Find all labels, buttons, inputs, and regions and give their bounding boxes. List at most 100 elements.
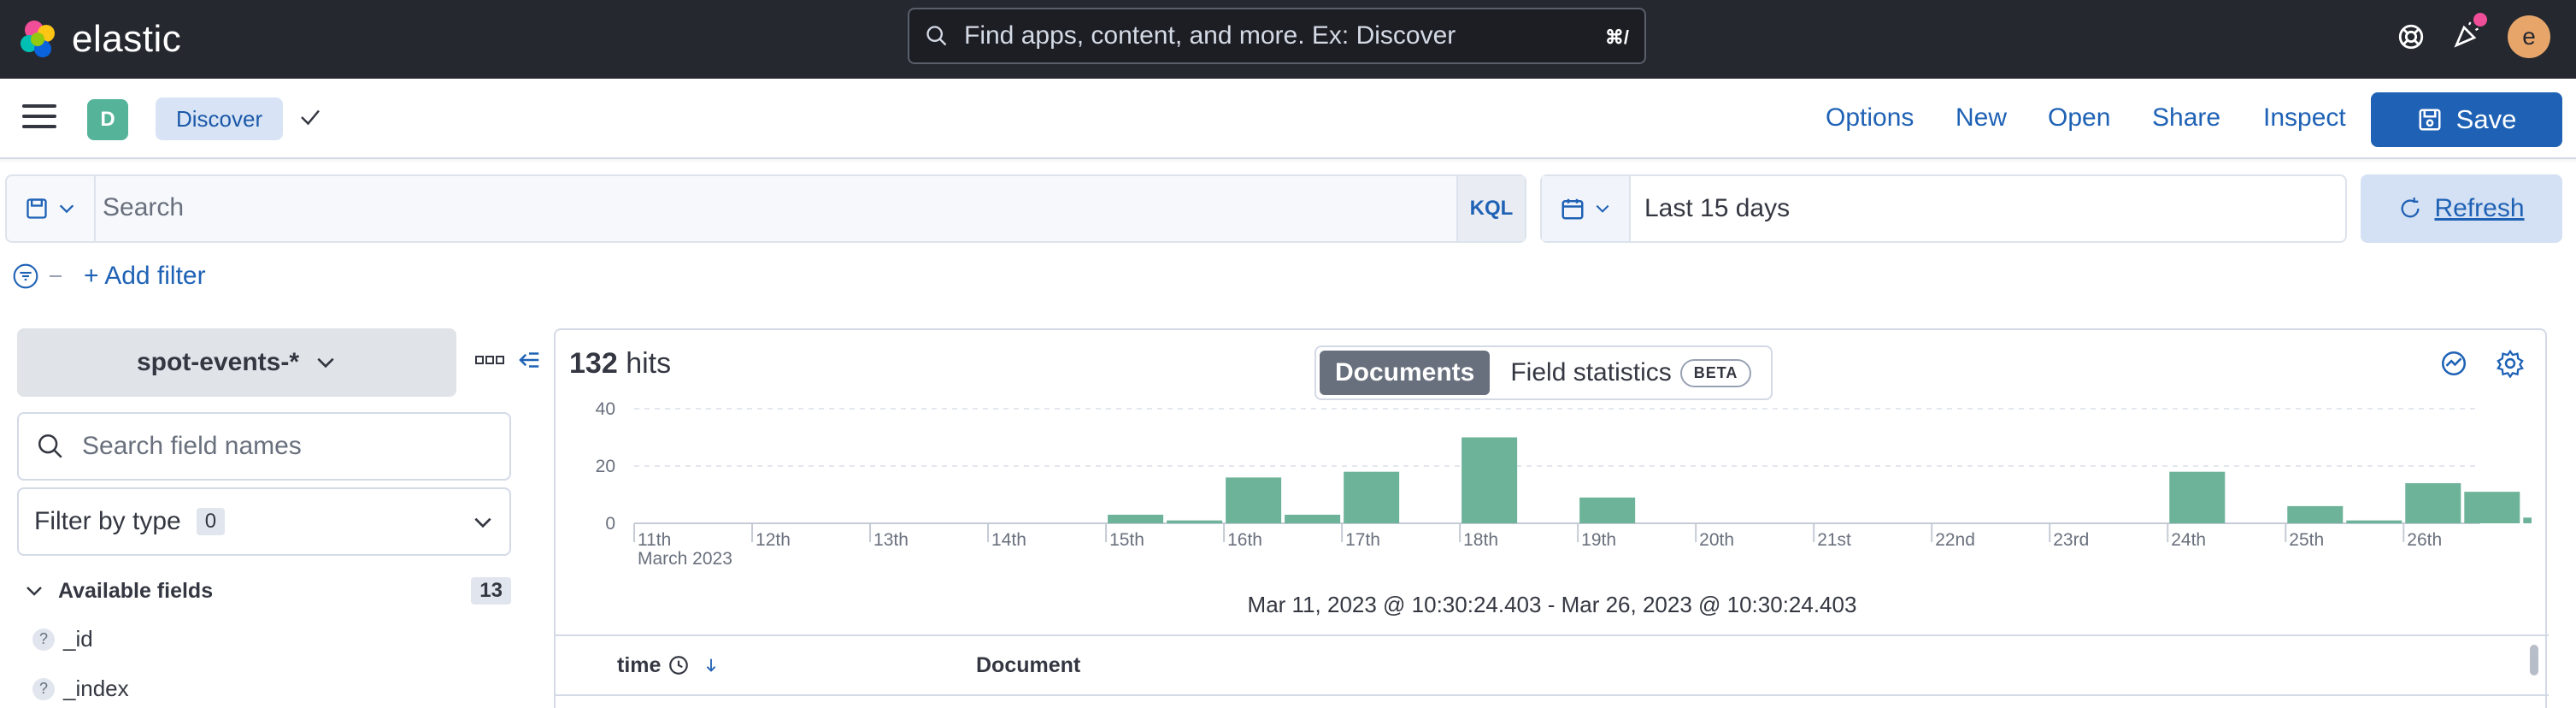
search-icon [926,26,947,46]
saved-query-button[interactable] [7,176,96,241]
save-icon [2419,109,2441,131]
save-button[interactable]: Save [2371,92,2562,147]
time-range-display[interactable]: Last 15 days [1644,194,1790,223]
filter-icon[interactable] [12,263,39,290]
query-language-button[interactable]: KQL [1456,176,1525,241]
elastic-logo[interactable]: elastic [17,14,181,65]
refresh-button[interactable]: Refresh [2361,174,2562,243]
news-feed-button[interactable] [2451,12,2487,55]
histogram-bar[interactable] [2169,471,2226,523]
filter-row: + Add filter [12,262,206,291]
filter-by-type-button[interactable]: Filter by type 0 [17,487,511,556]
date-picker: Last 15 days [1540,174,2347,243]
table-scrollbar[interactable] [2530,645,2538,676]
index-pattern-selector[interactable]: spot-events-* [17,328,456,397]
histogram-bar[interactable] [1579,497,1636,523]
clock-icon [669,656,689,675]
x-tick-label: 13th [873,530,909,550]
field-name: _id [63,626,93,652]
open-link[interactable]: Open [2048,94,2110,142]
histogram-bar[interactable] [1108,514,1164,523]
x-tick-label: 22nd [1935,530,1975,550]
hits-count: 132 [569,347,618,380]
collapse-sidebar-icon[interactable] [516,347,542,373]
share-link[interactable]: Share [2152,94,2220,142]
field-search-input[interactable]: Search field names [17,412,511,481]
space-avatar[interactable]: D [87,99,128,140]
main-panel: 132 hits Documents Field statistics BETA… [554,328,2549,708]
elastic-logo-icon [21,21,55,57]
available-fields-label: Available fields [58,578,214,603]
add-filter-button[interactable]: + Add filter [84,262,206,291]
x-tick-label: 12th [756,530,791,550]
column-document: Document [976,652,1081,677]
field-item[interactable]: ? _index [32,676,129,702]
filter-by-type-label: Filter by type [34,507,181,535]
histogram-bar[interactable] [1285,514,1341,523]
divider [50,275,62,277]
chevron-down-icon [26,587,42,596]
available-fields-toggle[interactable]: Available fields 13 [24,571,511,611]
calendar-icon [1561,198,1584,220]
refresh-label: Refresh [2434,194,2525,222]
field-item[interactable]: ? _id [32,626,93,652]
search-shortcut: ⌘/ [1604,27,1629,48]
sort-descending-icon[interactable] [702,656,720,675]
histogram-bar[interactable] [1461,437,1518,524]
tab-field-statistics[interactable]: Field statistics BETA [1510,358,1752,387]
notification-dot [2473,12,2487,27]
histogram-bar[interactable] [2346,520,2403,523]
ml-icon[interactable] [2439,349,2468,378]
table-header: time Document [556,634,2549,696]
hits-word: hits [626,347,672,380]
y-tick-label: 40 [596,402,615,419]
x-sublabel: March 2023 [638,549,732,569]
gear-icon[interactable] [2496,349,2525,378]
x-tick-label: 24th [2171,530,2206,550]
brand-name: elastic [72,18,182,60]
field-statistics-label: Field statistics [1510,358,1672,386]
inspect-link[interactable]: Inspect [2263,94,2346,142]
x-tick-label: 11th [638,530,671,550]
chevron-down-icon [317,357,334,369]
y-tick-label: 0 [605,514,615,534]
question-icon: ? [32,628,55,651]
beta-badge: BETA [1679,358,1752,387]
x-tick-label: 14th [991,530,1026,550]
histogram-bar[interactable] [2405,483,2461,523]
histogram-bar[interactable] [2523,517,2532,523]
column-time[interactable]: time [617,653,720,678]
saved-query-icon [26,198,47,219]
index-pattern-name: spot-events-* [136,348,300,376]
new-link[interactable]: New [1956,94,2007,142]
x-tick-label: 23rd [2053,530,2089,550]
view-mode-toggle: Documents Field statistics BETA [1314,345,1773,400]
x-tick-label: 25th [2289,530,2324,550]
histogram-bar[interactable] [2464,492,2520,523]
user-avatar[interactable]: e [2508,15,2550,58]
histogram-bar[interactable] [2287,505,2344,523]
histogram-bar[interactable] [1226,477,1282,523]
help-icon[interactable] [2397,22,2426,51]
check-icon [301,109,320,126]
x-tick-label: 16th [1227,530,1262,550]
x-tick-label: 26th [2407,530,2442,550]
tab-documents[interactable]: Documents [1320,351,1491,395]
x-tick-label: 18th [1463,530,1498,550]
hits-histogram[interactable]: 0 20 40 11th 12th 13th 14th 15th 16th 17th 18th 19t… [566,402,2532,607]
options-link[interactable]: Options [1826,94,1914,142]
chevron-down-icon [474,517,491,528]
more-options-icon[interactable] [475,354,504,366]
breadcrumb[interactable]: Discover [156,97,284,140]
histogram-bar[interactable] [1167,520,1223,523]
filter-count-badge: 0 [196,508,226,535]
quick-date-button[interactable] [1542,176,1631,241]
search-icon [38,434,62,458]
global-search-input[interactable]: Find apps, content, and more. Ex: Discov… [908,8,1646,64]
menu-toggle-button[interactable] [22,104,56,132]
query-input[interactable]: Search [103,193,184,222]
available-fields-count: 13 [471,577,511,605]
histogram-bar[interactable] [1344,471,1400,523]
field-name: _index [63,676,129,701]
chevron-down-icon [1596,204,1609,213]
